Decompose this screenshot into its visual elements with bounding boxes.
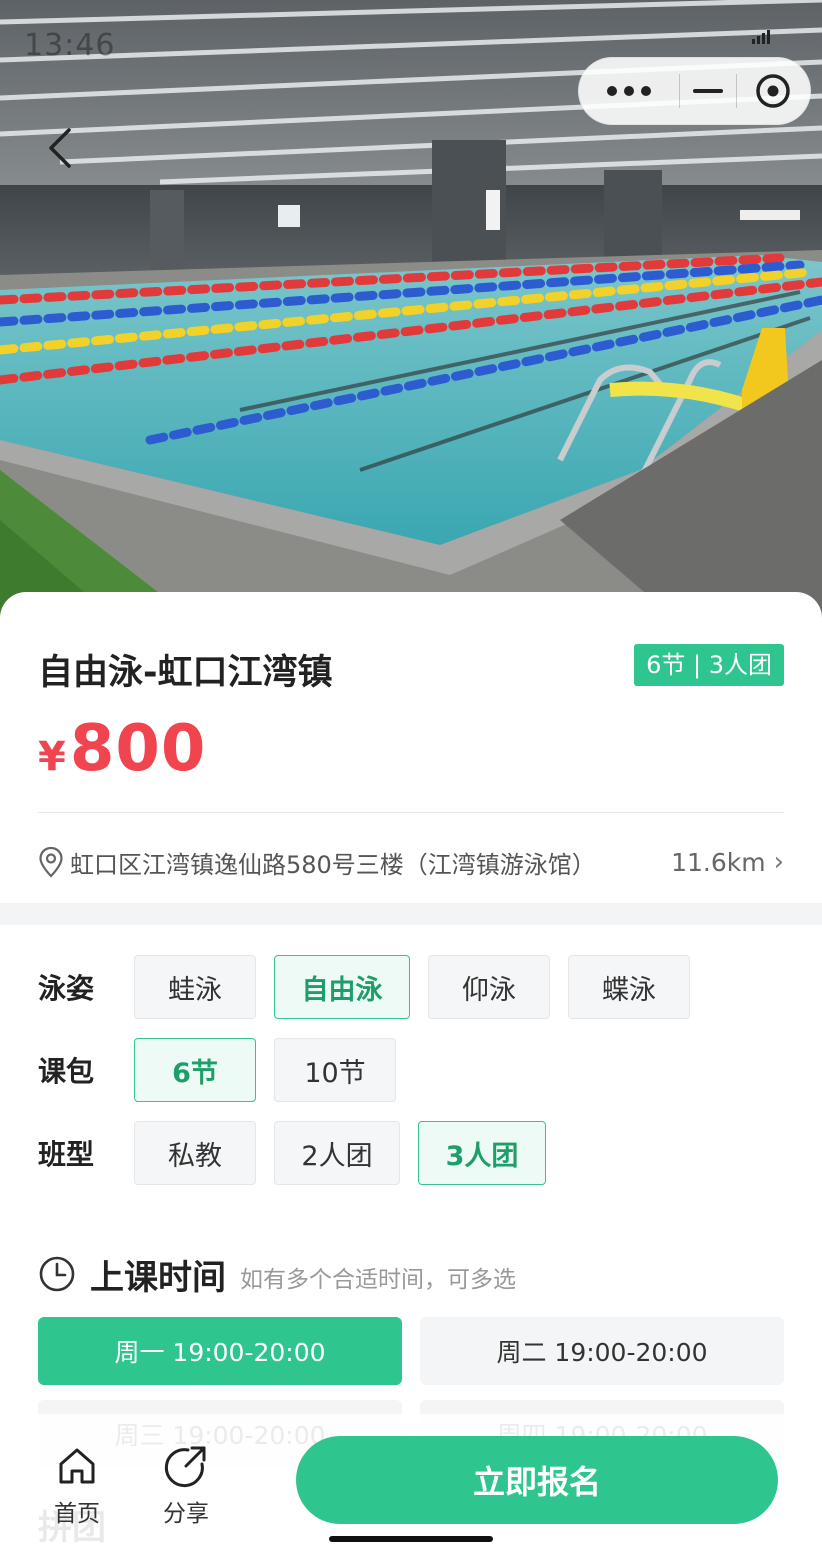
- stroke-option-freestyle[interactable]: 自由泳: [274, 955, 410, 1019]
- section-separator: [0, 903, 822, 925]
- more-dots-icon[interactable]: [579, 58, 679, 124]
- status-time: 13:46: [24, 28, 116, 63]
- class-type-label: 班型: [38, 1138, 95, 1171]
- bottom-action-bar: 首页 分享 立即报名: [0, 1414, 822, 1550]
- time-slot-tue[interactable]: 周二 19:00-20:00: [420, 1317, 784, 1385]
- schedule-title: 上课时间: [90, 1257, 226, 1298]
- package-option-10[interactable]: 10节: [274, 1038, 396, 1102]
- class-type-option-group-3[interactable]: 3人团: [418, 1121, 546, 1185]
- package-option-row: 课包 6节 10节: [38, 1037, 414, 1103]
- schedule-hint: 如有多个合适时间，可多选: [240, 1267, 516, 1293]
- share-label: 分享: [163, 1501, 209, 1527]
- home-label: 首页: [54, 1501, 100, 1527]
- location-row[interactable]: 虹口区江湾镇逸仙路580号三楼（江湾镇游泳馆） 11.6km ›: [38, 836, 784, 888]
- chevron-right-icon: ›: [773, 847, 784, 877]
- package-badge: 6节 | 3人团: [634, 644, 784, 686]
- package-option-6[interactable]: 6节: [134, 1038, 256, 1102]
- stroke-option-row: 泳姿 蛙泳 自由泳 仰泳 蝶泳: [38, 954, 708, 1020]
- location-pin-icon: [39, 846, 63, 878]
- tab-share[interactable]: 分享: [146, 1444, 226, 1528]
- tab-home[interactable]: 首页: [37, 1444, 117, 1528]
- stroke-label: 泳姿: [38, 972, 95, 1005]
- miniprogram-capsule: [578, 57, 811, 125]
- signal-icon: [752, 30, 770, 44]
- target-close-icon[interactable]: [737, 58, 810, 124]
- class-type-option-row: 班型 私教 2人团 3人团: [38, 1120, 564, 1186]
- back-button[interactable]: [38, 122, 82, 174]
- course-title: 自由泳-虹口江湾镇: [38, 653, 333, 693]
- package-label: 课包: [38, 1055, 95, 1088]
- class-type-option-group-2[interactable]: 2人团: [274, 1121, 400, 1185]
- share-icon: [164, 1446, 206, 1488]
- home-icon: [59, 1448, 95, 1484]
- venue-address: 虹口区江湾镇逸仙路580号三楼（江湾镇游泳馆）: [70, 850, 596, 879]
- stroke-option-backstroke[interactable]: 仰泳: [428, 955, 550, 1019]
- venue-distance: 11.6km: [671, 847, 766, 877]
- clock-icon: [39, 1256, 75, 1292]
- chevron-left-icon: [49, 128, 71, 168]
- schedule-header: 上课时间 如有多个合适时间，可多选: [38, 1246, 516, 1302]
- minimize-icon[interactable]: [680, 58, 736, 124]
- time-slot-mon[interactable]: 周一 19:00-20:00: [38, 1317, 402, 1385]
- hero-image: 13:46: [0, 0, 822, 640]
- divider: [38, 812, 784, 813]
- price-value: 800: [69, 712, 207, 786]
- class-type-option-private[interactable]: 私教: [134, 1121, 256, 1185]
- price: ¥ 800: [38, 712, 206, 786]
- stroke-option-butterfly[interactable]: 蝶泳: [568, 955, 690, 1019]
- price-currency: ¥: [38, 734, 66, 780]
- enroll-now-button[interactable]: 立即报名: [296, 1436, 778, 1524]
- home-indicator: [329, 1536, 493, 1542]
- course-detail-card: 自由泳-虹口江湾镇 6节 | 3人团 ¥ 800 虹口区江湾镇逸仙路580号三楼…: [0, 592, 822, 1550]
- stroke-option-breaststroke[interactable]: 蛙泳: [134, 955, 256, 1019]
